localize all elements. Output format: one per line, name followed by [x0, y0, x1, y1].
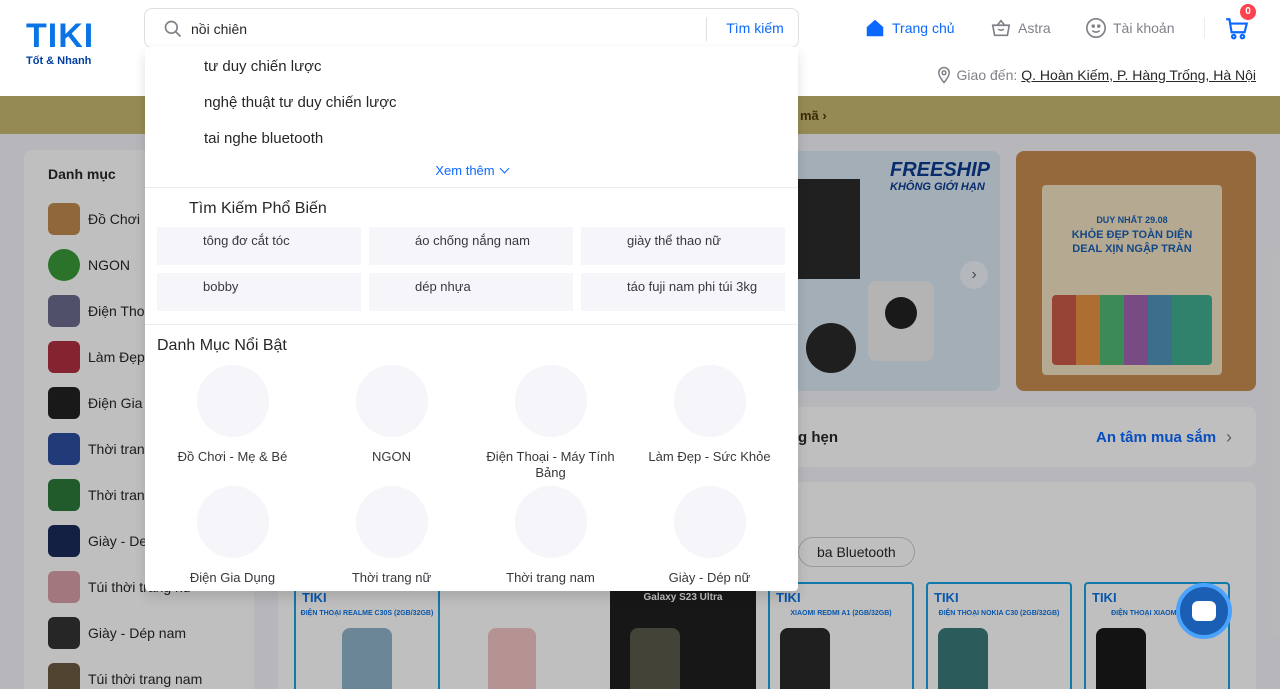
freeship-title: FREESHIP — [890, 159, 991, 181]
featured-category[interactable]: Thời trang nữ — [312, 486, 471, 586]
phone-image — [342, 628, 392, 689]
trust-bar: g hẹn An tâm mua sắm › — [798, 407, 1256, 467]
suggestion-item[interactable]: tai nghe bluetooth — [204, 130, 323, 147]
search-icon — [164, 20, 182, 38]
location-pin-icon — [937, 66, 950, 84]
delivery-label: Giao đến: — [956, 67, 1018, 83]
divider — [145, 187, 798, 188]
phone-image — [630, 628, 680, 689]
featured-category[interactable]: Giày - Dép nữ — [630, 486, 789, 586]
suggestion-item[interactable]: tư duy chiến lược — [204, 58, 321, 75]
product-card[interactable]: Galaxy S23 Ultra — [610, 582, 756, 689]
product-card[interactable]: TIKI ĐIỆN THOẠI NOKIA C30 (2GB/32GB) — [926, 582, 1072, 689]
pharma-subheadline: DEAL XỊN NGẬP TRÀN — [1072, 243, 1192, 255]
nav-astra[interactable]: Astra — [990, 16, 1051, 40]
search-input[interactable] — [191, 15, 691, 43]
sidebar-item[interactable]: Giày - Dép nam — [32, 610, 246, 656]
featured-category[interactable]: Làm Đẹp - Sức Khỏe — [630, 365, 789, 465]
lipstick-icon — [48, 341, 80, 373]
pharma-card: DUY NHẤT 29.08 KHỎE ĐẸP TOÀN DIỆN DEAL X… — [1042, 185, 1222, 375]
sidebar-item[interactable]: Túi thời trang nam — [32, 656, 246, 689]
popular-search-item[interactable]: giày thể thao nữ — [581, 227, 785, 265]
delivery-address[interactable]: Q. Hoàn Kiếm, P. Hàng Trống, Hà Nội — [1021, 67, 1256, 83]
heel-shoe-icon — [48, 525, 80, 557]
category-image — [355, 486, 428, 558]
pharma-date: DUY NHẤT 29.08 — [1096, 215, 1168, 225]
phone-icon — [48, 295, 80, 327]
phone-image — [780, 628, 830, 689]
category-image — [514, 365, 587, 437]
nav-home[interactable]: Trang chủ — [864, 16, 955, 40]
projector-image — [868, 281, 934, 361]
smartwatch-image — [806, 323, 856, 373]
search-box: Tìm kiếm — [144, 8, 799, 48]
monitor-image — [798, 179, 860, 279]
category-image — [196, 365, 269, 437]
featured-category[interactable]: NGON — [312, 365, 471, 465]
filter-chip[interactable]: ba Bluetooth — [798, 537, 915, 567]
suggestion-item[interactable]: nghệ thuật tư duy chiến lược — [204, 94, 397, 111]
category-image — [196, 486, 269, 558]
featured-category[interactable]: Đồ Chơi - Mẹ & Bé — [153, 365, 312, 465]
product-card[interactable] — [452, 582, 598, 689]
trust-right-link[interactable]: An tâm mua sắm — [1096, 429, 1216, 446]
chevron-down-icon — [499, 163, 510, 174]
home-icon — [866, 19, 884, 37]
chatbot-icon[interactable] — [1176, 583, 1232, 639]
nav-home-label: Trang chủ — [892, 20, 955, 36]
phone-image — [938, 628, 988, 689]
featured-category[interactable]: Điện Gia Dụng — [153, 486, 312, 586]
tshirt-icon — [48, 479, 80, 511]
featured-category[interactable]: Thời trang nam — [471, 486, 630, 586]
popular-search-item[interactable]: áo chống nắng nam — [369, 227, 573, 265]
basket-icon — [991, 19, 1011, 37]
nav-astra-label: Astra — [1018, 20, 1051, 36]
cart-count-badge: 0 — [1240, 4, 1256, 20]
popular-search-item[interactable]: tông đơ cắt tóc — [157, 227, 361, 265]
pharma-banner[interactable]: DUY NHẤT 29.08 KHỎE ĐẸP TOÀN DIỆN DEAL X… — [1016, 151, 1256, 391]
teddy-bear-icon — [48, 203, 80, 235]
appliance-icon — [48, 387, 80, 419]
search-dropdown: tư duy chiến lược nghệ thuật tư duy chiế… — [145, 47, 798, 591]
chevron-right-icon[interactable]: › — [1226, 427, 1232, 448]
backpack-icon — [48, 663, 80, 689]
category-image — [514, 486, 587, 558]
popular-search-title: Tìm Kiếm Phổ Biến — [189, 200, 327, 217]
category-image — [673, 365, 746, 437]
product-card[interactable]: TIKI XIAOMI REDMI A1 (2GB/32GB) — [768, 582, 914, 689]
logo-text: TIKI — [26, 17, 95, 55]
nav-account-label: Tài khoản — [1113, 20, 1175, 36]
search-divider — [706, 17, 707, 41]
nav-separator — [1204, 18, 1205, 38]
freeship-subtitle: KHÔNG GIỚI HẠN — [890, 181, 985, 193]
logo-tagline: Tốt & Nhanh — [26, 55, 92, 67]
search-button[interactable]: Tìm kiếm — [711, 9, 799, 47]
handbag-icon — [48, 571, 80, 603]
featured-categories-title: Danh Mục Nổi Bật — [157, 337, 287, 354]
tiki-logo[interactable]: TIKI Tốt & Nhanh — [26, 17, 98, 67]
popular-search-item[interactable]: bobby — [157, 273, 361, 311]
trust-left-text: g hẹn — [798, 429, 838, 446]
featured-category[interactable]: Điện Thoại - Máy Tính Bảng — [471, 365, 630, 481]
popular-search-item[interactable]: dép nhựa — [369, 273, 573, 311]
ngon-icon — [48, 249, 80, 281]
delivery-location[interactable]: Giao đến: Q. Hoàn Kiếm, P. Hàng Trống, H… — [935, 66, 1256, 84]
phone-image — [488, 628, 536, 689]
popular-search-item[interactable]: táo fuji nam phi túi 3kg — [581, 273, 785, 311]
products-image — [1052, 295, 1212, 365]
banner-next-arrow-icon[interactable]: › — [960, 261, 988, 289]
nav-account[interactable]: Tài khoản — [1085, 16, 1174, 40]
dress-icon — [48, 433, 80, 465]
phone-image — [1096, 628, 1146, 689]
smiley-icon — [1086, 18, 1106, 38]
pharma-headline: KHỎE ĐẸP TOÀN DIỆN — [1071, 229, 1193, 241]
category-image — [355, 365, 428, 437]
promo-text[interactable]: mã › — [800, 108, 827, 123]
sneaker-icon — [48, 617, 80, 649]
see-more-button[interactable]: Xem thêm — [145, 163, 798, 178]
divider — [145, 324, 798, 325]
category-image — [673, 486, 746, 558]
freeship-banner[interactable]: FREESHIP KHÔNG GIỚI HẠN › — [798, 151, 1000, 391]
product-card[interactable]: TIKI ĐIỆN THOẠI REALME C30S (2GB/32GB) — [294, 582, 440, 689]
